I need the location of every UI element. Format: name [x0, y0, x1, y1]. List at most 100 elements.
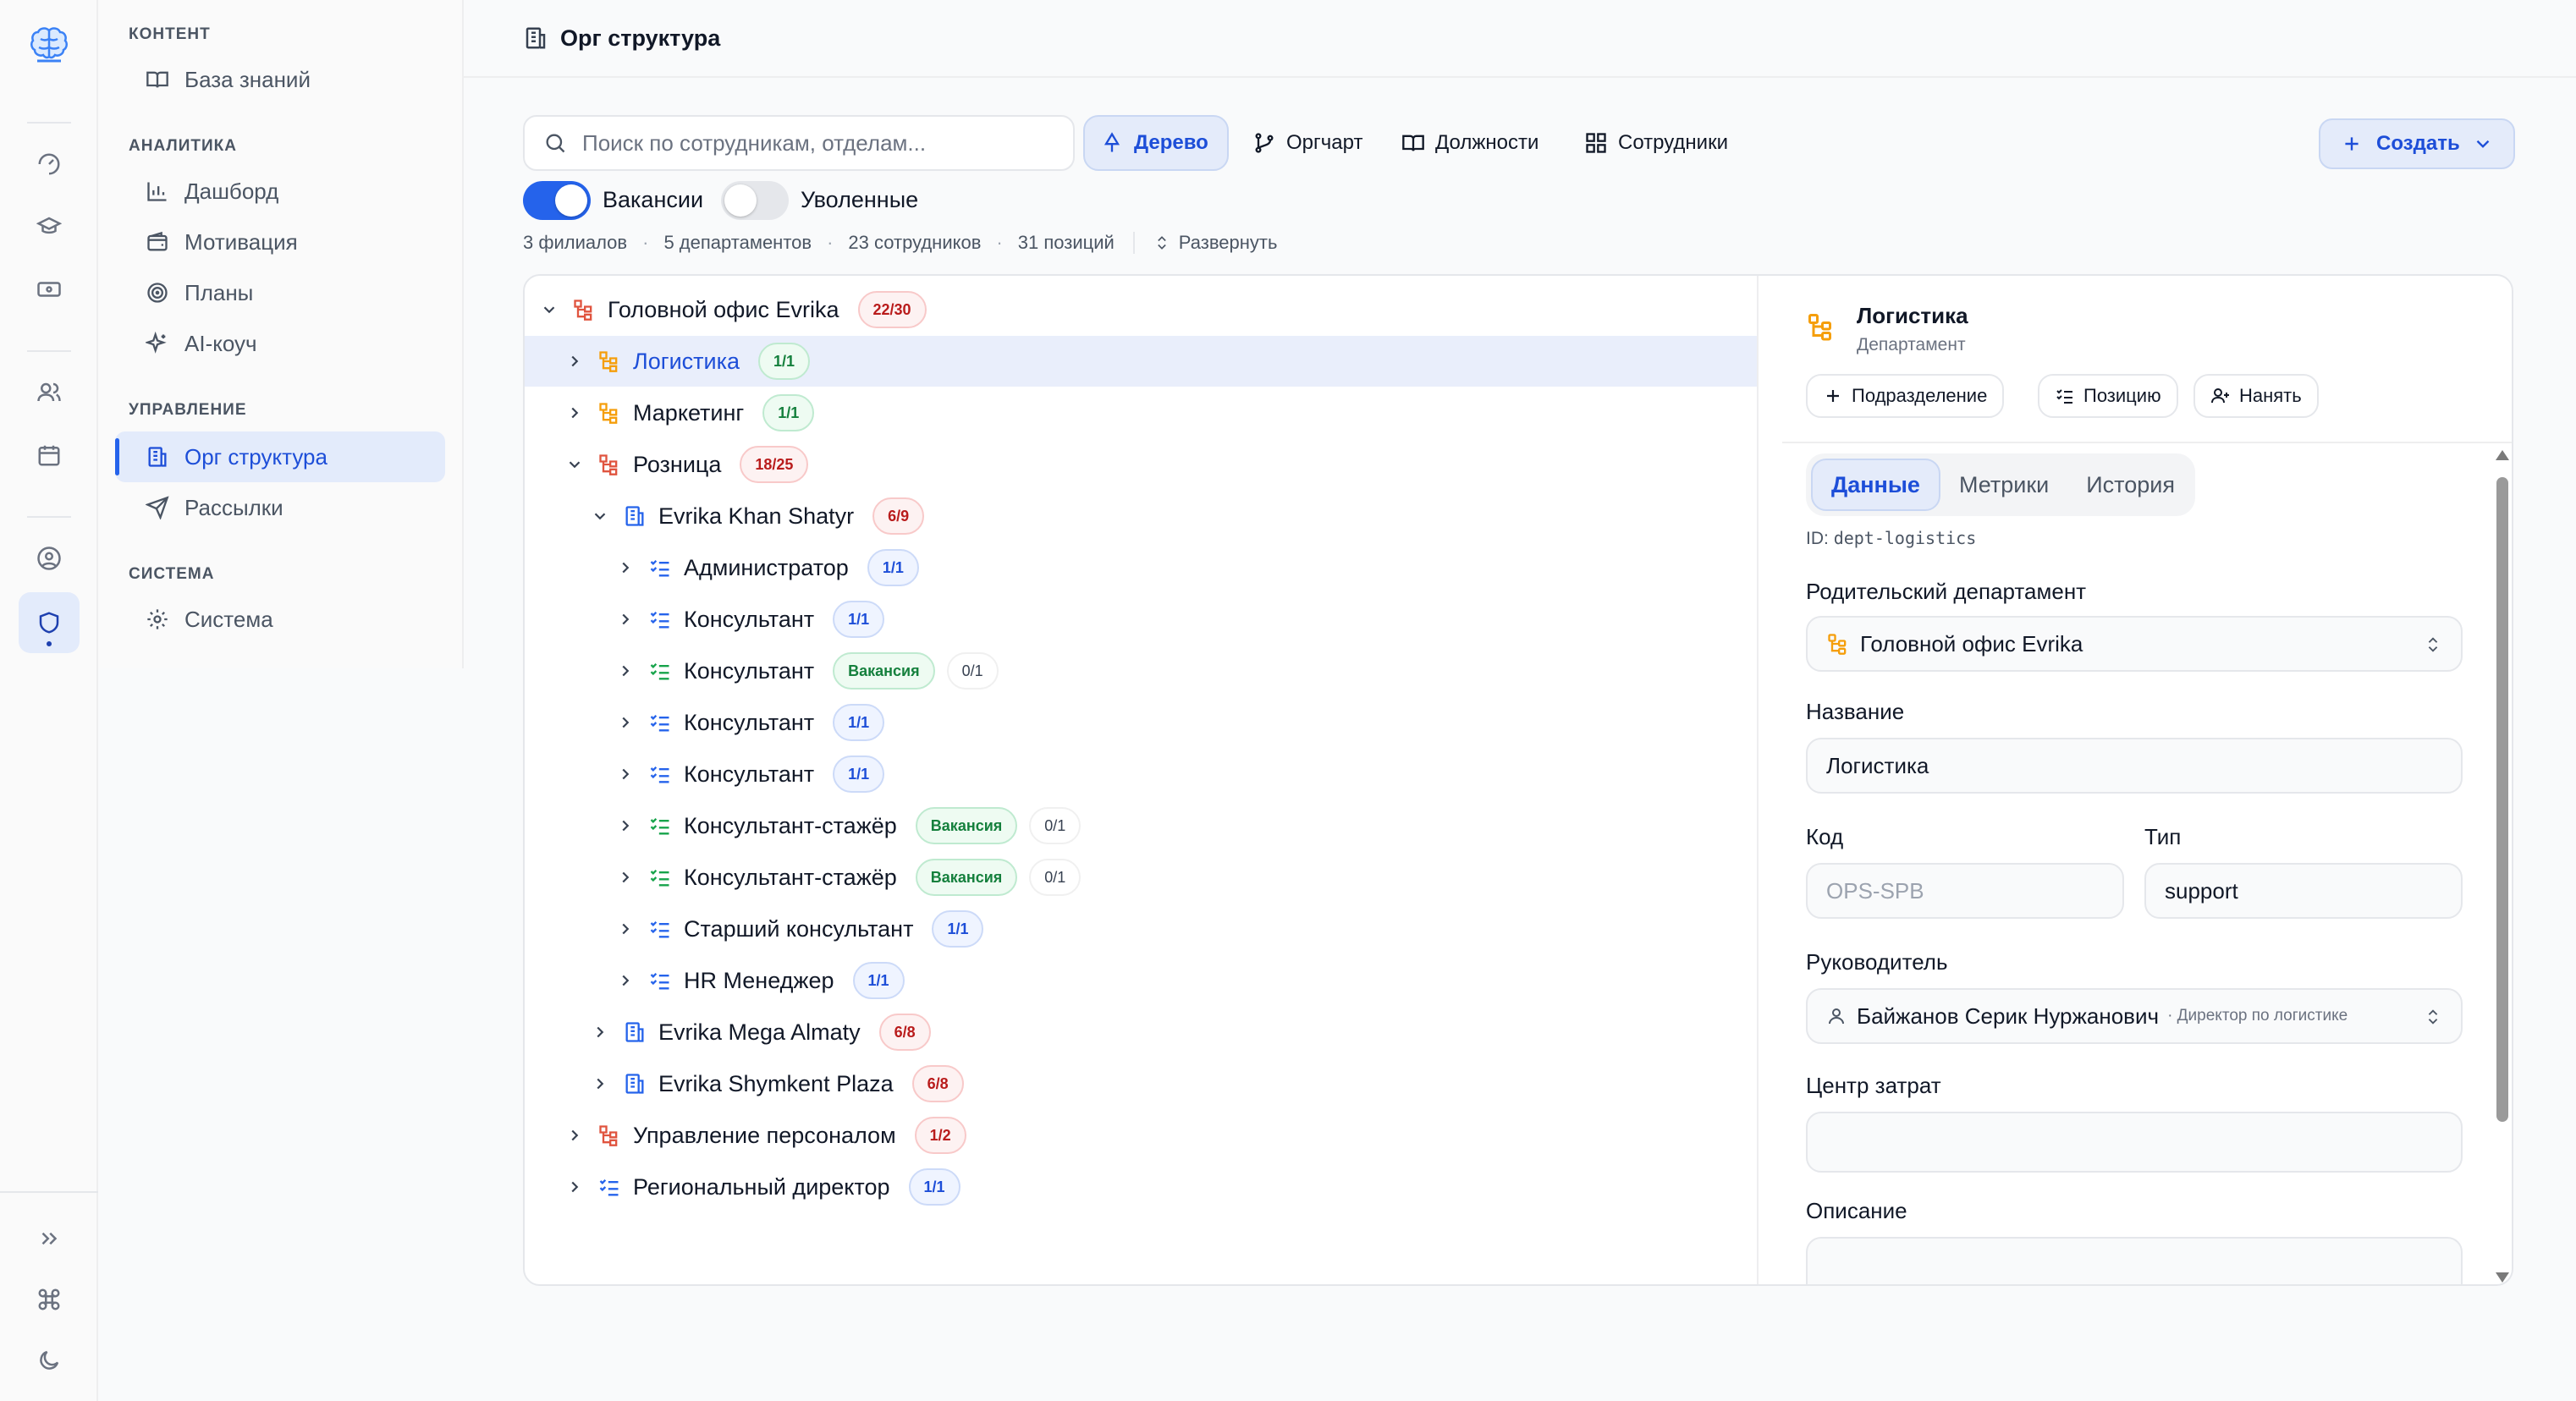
tree-row[interactable]: Evrika Mega Almaty 6/8 [525, 1007, 1757, 1058]
expand-all-button[interactable]: Развернуть [1153, 232, 1277, 254]
target-icon [147, 283, 168, 303]
chevron-right-icon[interactable] [616, 816, 635, 835]
graduation-cap-icon[interactable] [19, 196, 80, 257]
headcount-badge: 1/2 [914, 1117, 966, 1154]
tree-row-label: Управление персоналом [633, 1122, 896, 1148]
chevron-right-icon[interactable] [616, 920, 635, 938]
tab-tree[interactable]: Дерево [1083, 115, 1229, 171]
tree-row[interactable]: Консультант Вакансия 0/1 [525, 646, 1757, 696]
nav-item-plans[interactable]: Планы [115, 267, 445, 318]
fired-toggle[interactable] [721, 181, 789, 220]
tree-row[interactable]: Розница 18/25 [525, 439, 1757, 490]
tree-row[interactable]: Консультант 1/1 [525, 749, 1757, 799]
type-input[interactable]: support [2144, 863, 2463, 919]
shield-icon[interactable] [19, 592, 80, 653]
users-icon[interactable] [19, 362, 80, 423]
chevron-right-icon[interactable] [616, 558, 635, 577]
create-button[interactable]: Создать [2319, 118, 2515, 169]
department-id-value: dept-logistics [1833, 528, 1977, 548]
head-select[interactable]: Байжанов Серик Нуржанович · Директор по … [1806, 988, 2463, 1044]
parent-department-select[interactable]: Головной офис Evrika [1806, 616, 2463, 672]
chevron-right-icon[interactable] [616, 971, 635, 990]
tree-row[interactable]: Консультант 1/1 [525, 697, 1757, 748]
tree-row[interactable]: Консультант-стажёр Вакансия 0/1 [525, 800, 1757, 851]
search-box[interactable] [523, 115, 1075, 171]
headcount-badge: 1/1 [852, 962, 905, 999]
department-icon [599, 454, 618, 475]
nav-item-motivation[interactable]: Мотивация [115, 217, 445, 267]
tree-row[interactable]: Старший консультант 1/1 [525, 904, 1757, 954]
add-subdivision-button[interactable]: Подразделение [1806, 374, 2005, 418]
chevron-right-icon[interactable] [616, 662, 635, 680]
nav-item-dashboard[interactable]: Дашборд [115, 166, 445, 217]
chevron-down-icon[interactable] [565, 455, 584, 474]
chevron-right-icon[interactable] [616, 868, 635, 887]
search-input[interactable] [582, 129, 1056, 157]
nav-item-knowledge-base[interactable]: База знаний [115, 54, 445, 105]
tree-row[interactable]: Региональный директор 1/1 [525, 1162, 1757, 1212]
wallet-icon [147, 231, 168, 251]
hire-label: Нанять [2239, 385, 2302, 406]
moon-icon[interactable] [19, 1330, 80, 1391]
gauge-icon[interactable] [19, 134, 80, 195]
chevron-right-icon[interactable] [591, 1023, 609, 1041]
nav-item-system[interactable]: Система [115, 594, 445, 645]
nav-item-label: Система [184, 606, 273, 632]
tab-data[interactable]: Данные [1811, 459, 1940, 511]
nav-item-ai-coach[interactable]: AI-коуч [115, 318, 445, 369]
tab-history[interactable]: История [2067, 459, 2193, 511]
building-icon [148, 447, 167, 467]
chevron-right-icon[interactable] [565, 1126, 584, 1145]
detail-title: Логистика [1857, 303, 1968, 328]
tab-positions-label: Должности [1435, 131, 1539, 154]
headcount-badge: 0/1 [1029, 807, 1082, 844]
chevron-down-icon[interactable] [591, 507, 609, 525]
tree-row[interactable]: Управление персоналом 1/2 [525, 1110, 1757, 1161]
add-position-button[interactable]: Позицию [2038, 374, 2178, 418]
chevron-right-icon[interactable] [616, 610, 635, 629]
name-input[interactable]: Логистика [1806, 738, 2463, 794]
chevron-right-icon[interactable] [565, 1178, 584, 1196]
detail-scrollbar[interactable] [2491, 445, 2512, 1284]
tree-row[interactable]: Evrika Khan Shatyr 6/9 [525, 491, 1757, 541]
org-panel: Головной офис Evrika 22/30 Логистика 1/1 Мар… [523, 274, 2513, 1286]
tree-row[interactable]: Логистика 1/1 [525, 336, 1757, 387]
chevrons-right-icon[interactable] [19, 1208, 80, 1269]
chevron-right-icon[interactable] [565, 352, 584, 371]
tree-row-label: Консультант [684, 657, 815, 684]
command-icon[interactable] [19, 1269, 80, 1330]
chevron-down-icon[interactable] [540, 300, 559, 319]
tree-row[interactable]: Консультант-стажёр Вакансия 0/1 [525, 852, 1757, 903]
tab-metrics[interactable]: Метрики [1940, 459, 2067, 511]
nav-item-mailings[interactable]: Рассылки [115, 482, 445, 533]
chevron-right-icon[interactable] [616, 765, 635, 783]
nav-section-content: КОНТЕНТ [129, 25, 211, 43]
tree-row[interactable]: Evrika Shymkent Plaza 6/8 [525, 1058, 1757, 1109]
chevron-right-icon[interactable] [616, 713, 635, 732]
nav-item-org-structure[interactable]: Орг структура [115, 431, 445, 482]
chevron-right-icon[interactable] [565, 404, 584, 422]
tree-row[interactable]: Головной офис Evrika 22/30 [525, 284, 1757, 335]
scroll-down-arrow[interactable] [2496, 1272, 2509, 1283]
user-circle-icon[interactable] [19, 528, 80, 589]
tree-row[interactable]: Администратор 1/1 [525, 542, 1757, 593]
tree-row[interactable]: Консультант 1/1 [525, 594, 1757, 645]
chevrons-up-down-icon [2428, 637, 2438, 652]
tab-positions[interactable]: Должности [1386, 115, 1554, 171]
tree-row[interactable]: HR Менеджер 1/1 [525, 955, 1757, 1006]
calendar-icon[interactable] [19, 425, 80, 486]
code-input[interactable]: OPS-SPB [1806, 863, 2124, 919]
headcount-badge: 1/1 [932, 910, 984, 948]
tree-row[interactable]: Маркетинг 1/1 [525, 387, 1757, 438]
hire-button[interactable]: Нанять [2193, 374, 2319, 418]
banknote-icon[interactable] [19, 259, 80, 320]
scroll-up-arrow[interactable] [2496, 450, 2509, 460]
description-input[interactable] [1806, 1237, 2463, 1284]
vacancies-toggle[interactable] [523, 181, 591, 220]
cost-center-input[interactable] [1806, 1112, 2463, 1173]
tab-orgchart[interactable]: Оргчарт [1237, 115, 1378, 171]
tab-employees[interactable]: Сотрудники [1569, 115, 1743, 171]
scroll-thumb[interactable] [2496, 477, 2508, 1122]
headcount-badge: 6/9 [872, 497, 925, 535]
chevron-right-icon[interactable] [591, 1074, 609, 1093]
